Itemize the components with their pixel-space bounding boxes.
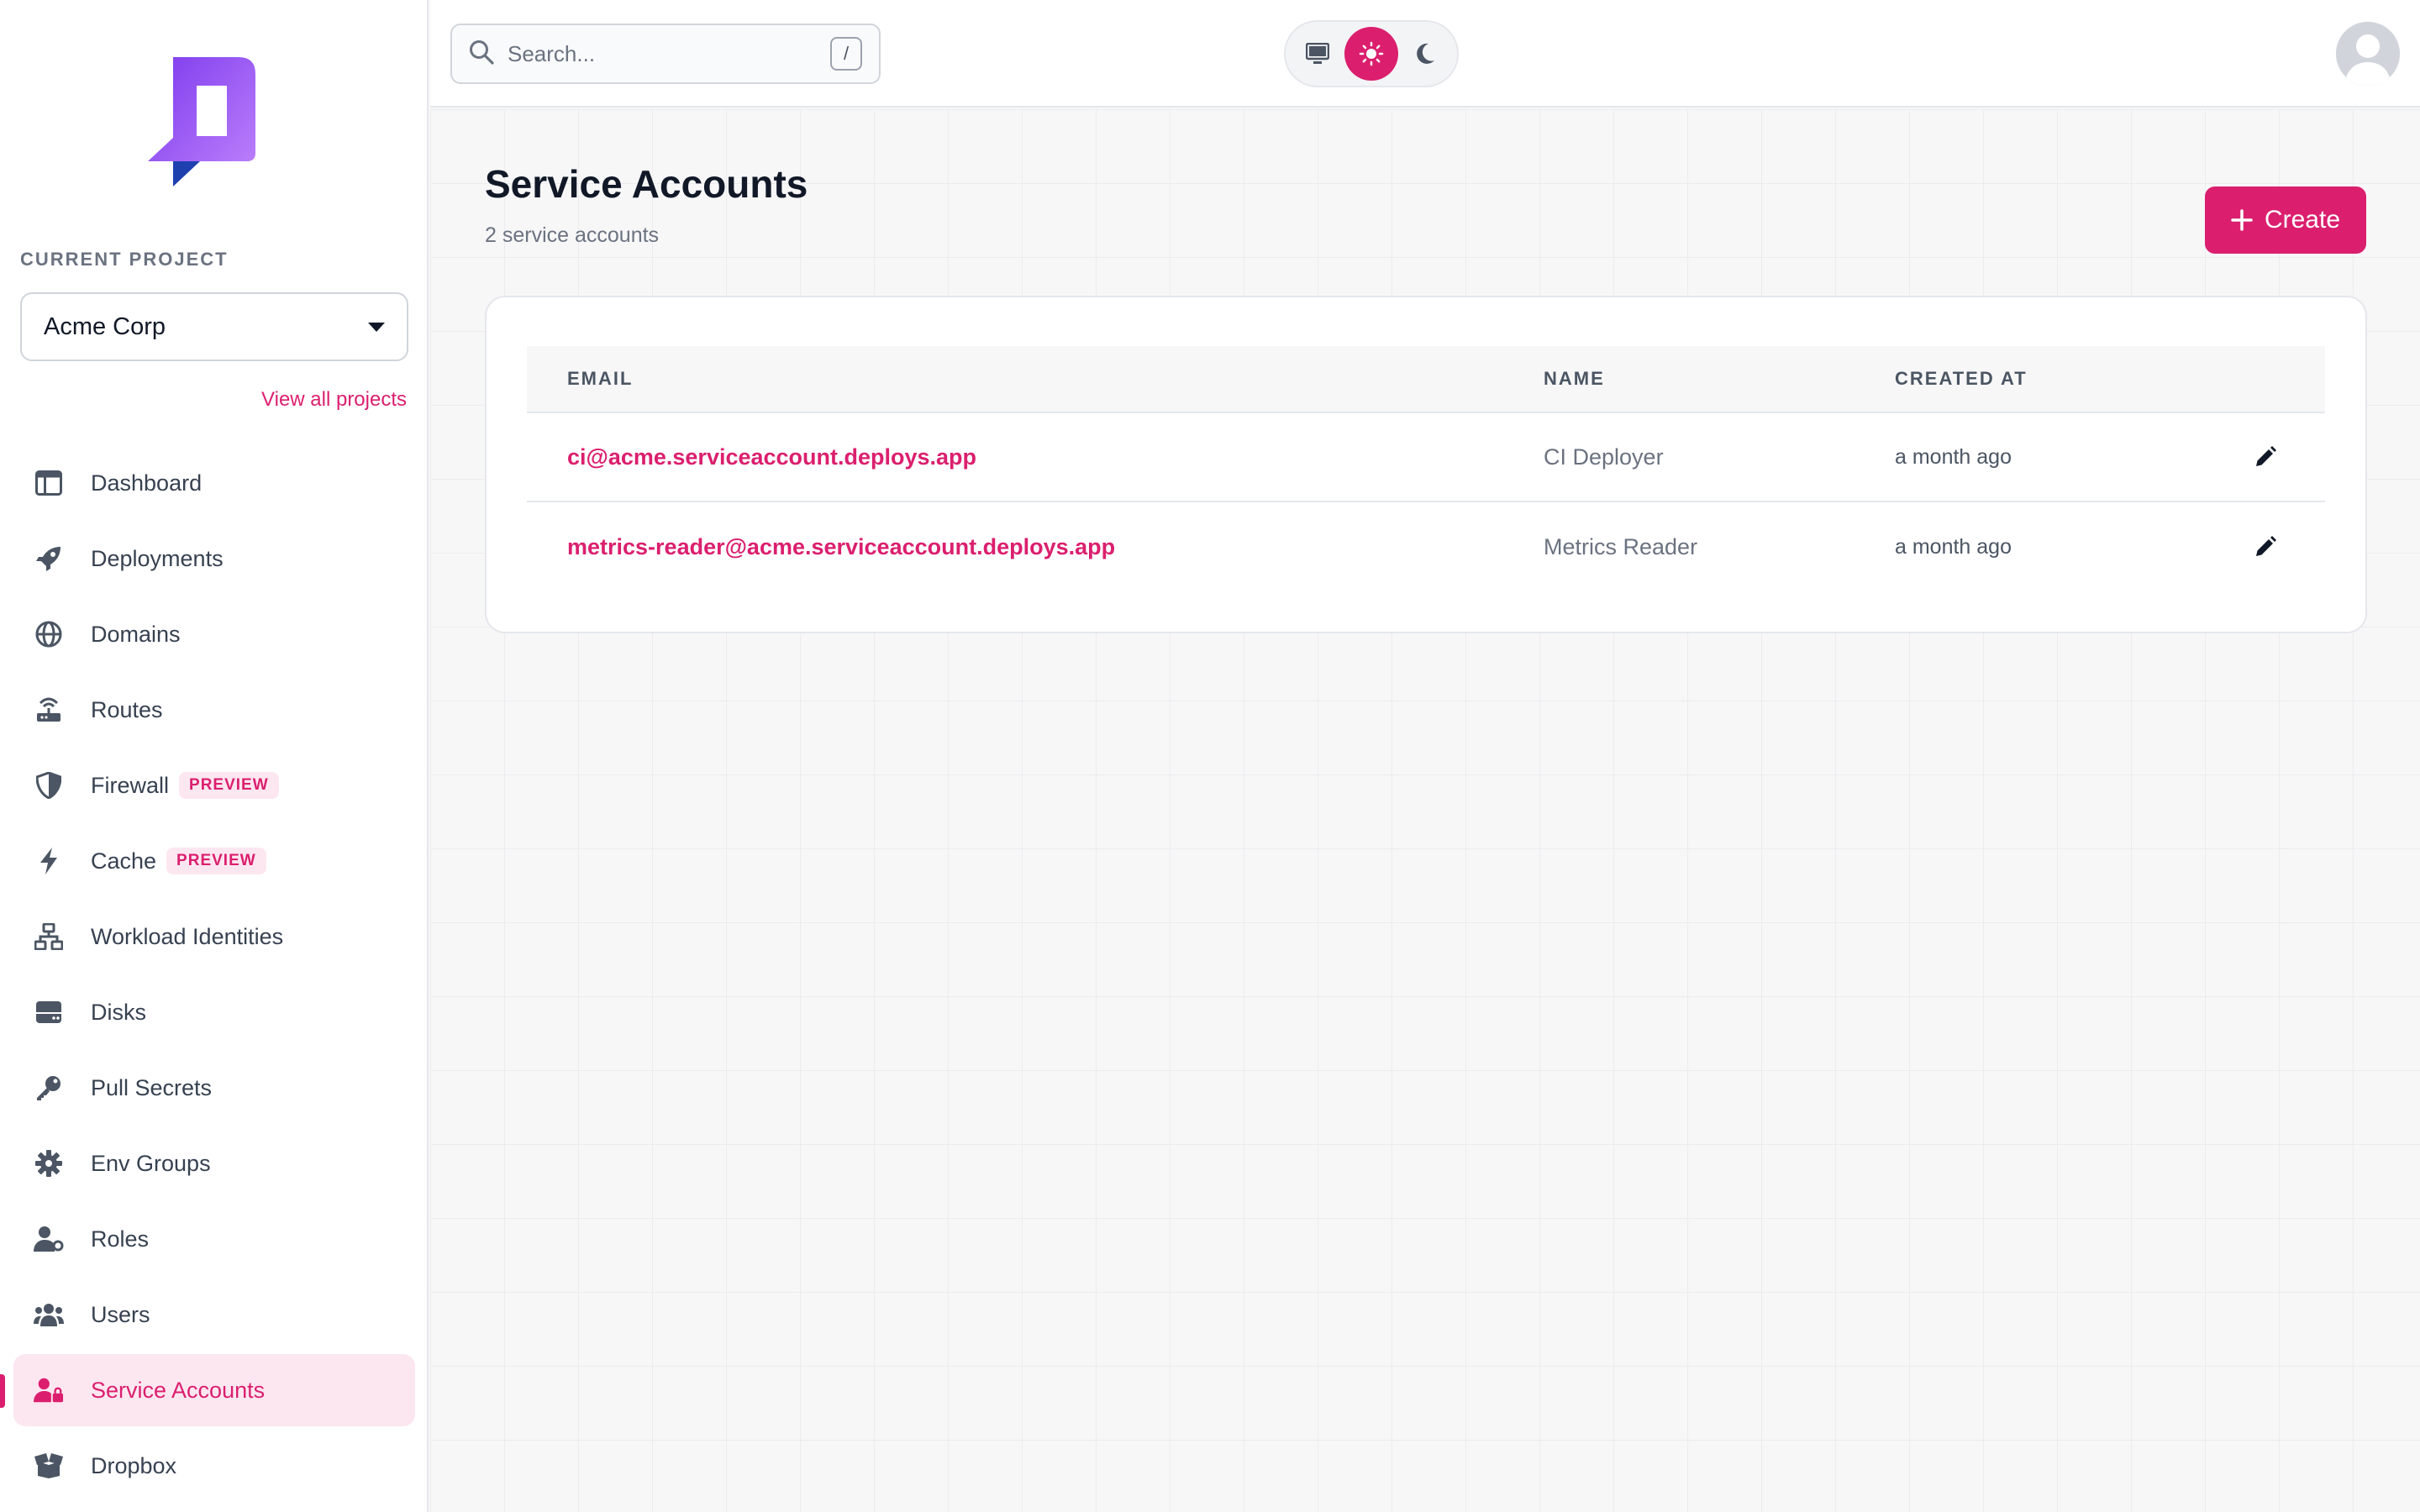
column-header-name[interactable]: NAME	[1544, 368, 1895, 390]
theme-system-button[interactable]	[1291, 27, 1344, 81]
sidebar: CURRENT PROJECT Acme Corp View all proje…	[0, 0, 429, 1512]
brand-logo[interactable]	[148, 54, 259, 190]
sidebar-item-label: Roles	[91, 1226, 150, 1252]
create-button-label: Create	[2264, 206, 2341, 234]
monitor-icon	[1306, 43, 1329, 64]
sidebar-item-deployments[interactable]: Deployments	[13, 522, 415, 595]
theme-switcher	[1284, 20, 1459, 87]
sidebar-item-workload-identities[interactable]: Workload Identities	[13, 900, 415, 973]
disk-icon	[34, 997, 64, 1027]
sidebar-nav: Dashboard Deployments Domains Routes Fir…	[0, 447, 415, 1505]
gear-icon	[34, 1148, 64, 1179]
sidebar-item-label: Dashboard	[91, 470, 203, 496]
column-header-created-at[interactable]: CREATED AT	[1895, 368, 2206, 390]
users-icon	[34, 1299, 64, 1330]
router-icon	[34, 695, 64, 725]
sidebar-item-label: Users	[91, 1301, 150, 1327]
current-project-label: CURRENT PROJECT	[20, 249, 229, 270]
search-input[interactable]	[508, 40, 830, 67]
moon-icon	[1417, 43, 1434, 64]
top-bar: /	[430, 0, 2420, 108]
theme-dark-button[interactable]	[1398, 27, 1452, 81]
preview-badge: PREVIEW	[166, 848, 266, 874]
sidebar-item-label: Routes	[91, 696, 163, 722]
service-account-email-link[interactable]: ci@acme.serviceaccount.deploys.app	[527, 444, 1544, 470]
sidebar-item-cache[interactable]: Cache PREVIEW	[13, 825, 415, 897]
caret-down-icon	[368, 322, 385, 332]
sidebar-item-label: Pull Secrets	[91, 1074, 213, 1100]
globe-icon	[34, 619, 64, 649]
sidebar-item-dashboard[interactable]: Dashboard	[13, 447, 415, 519]
table-row: metrics-reader@acme.serviceaccount.deplo…	[527, 502, 2325, 591]
sidebar-item-pull-secrets[interactable]: Pull Secrets	[13, 1052, 415, 1124]
sidebar-item-firewall[interactable]: Firewall PREVIEW	[13, 749, 415, 822]
search-shortcut-hint: /	[830, 37, 862, 71]
sun-icon	[1359, 41, 1384, 66]
edit-button[interactable]	[2206, 446, 2325, 468]
sidebar-item-users[interactable]: Users	[13, 1278, 415, 1351]
main-content: Service Accounts 2 service accounts Crea…	[430, 109, 2420, 1512]
key-icon	[34, 1073, 64, 1103]
sidebar-item-disks[interactable]: Disks	[13, 976, 415, 1048]
search-icon	[469, 39, 494, 69]
sidebar-item-env-groups[interactable]: Env Groups	[13, 1127, 415, 1200]
project-select-value: Acme Corp	[44, 312, 166, 340]
sidebar-item-label: Service Accounts	[91, 1377, 266, 1403]
service-accounts-card: EMAIL NAME CREATED AT ci@acme.serviceacc…	[485, 296, 2367, 633]
service-account-created-at: a month ago	[1895, 444, 2012, 469]
box-icon	[34, 1451, 64, 1481]
table-row: ci@acme.serviceaccount.deploys.app CI De…	[527, 413, 2325, 502]
sidebar-item-label: Disks	[91, 999, 146, 1025]
sidebar-item-label: Dropbox	[91, 1452, 177, 1478]
view-all-projects-link[interactable]: View all projects	[261, 388, 407, 412]
service-account-created-at: a month ago	[1895, 534, 2012, 559]
sidebar-item-label: Firewall	[91, 772, 170, 798]
plus-icon	[2231, 209, 2253, 231]
service-account-email-link[interactable]: metrics-reader@acme.serviceaccount.deplo…	[527, 534, 1544, 560]
table-header: EMAIL NAME CREATED AT	[527, 346, 2325, 413]
shield-icon	[34, 770, 64, 801]
user-role-icon	[34, 1224, 64, 1254]
sidebar-item-label: Domains	[91, 621, 181, 647]
sidebar-item-dropbox[interactable]: Dropbox	[13, 1430, 415, 1502]
rocket-icon	[34, 543, 64, 574]
pencil-icon	[2256, 446, 2276, 466]
network-icon	[34, 921, 64, 952]
user-lock-icon	[34, 1375, 64, 1405]
sidebar-item-label: Cache	[91, 848, 157, 874]
sidebar-item-roles[interactable]: Roles	[13, 1203, 415, 1275]
sidebar-item-label: Deployments	[91, 545, 224, 571]
page-subtitle: 2 service accounts	[485, 223, 660, 247]
column-header-email[interactable]: EMAIL	[527, 368, 1544, 390]
pencil-icon	[2256, 536, 2276, 556]
service-account-name: CI Deployer	[1544, 444, 1664, 470]
service-account-name: Metrics Reader	[1544, 533, 1698, 559]
page-title: Service Accounts	[485, 162, 808, 206]
preview-badge: PREVIEW	[179, 772, 279, 799]
sidebar-item-domains[interactable]: Domains	[13, 598, 415, 670]
sidebar-item-label: Env Groups	[91, 1150, 211, 1176]
sidebar-item-label: Workload Identities	[91, 923, 284, 949]
dashboard-icon	[34, 468, 64, 498]
create-button[interactable]: Create	[2205, 186, 2366, 254]
sidebar-item-routes[interactable]: Routes	[13, 674, 415, 746]
theme-light-button[interactable]	[1344, 27, 1398, 81]
sidebar-item-service-accounts[interactable]: Service Accounts	[0, 1354, 415, 1426]
search-box[interactable]: /	[450, 24, 881, 84]
bolt-icon	[34, 846, 64, 876]
service-accounts-table: EMAIL NAME CREATED AT ci@acme.serviceacc…	[527, 346, 2325, 591]
project-select[interactable]: Acme Corp	[20, 292, 408, 361]
edit-button[interactable]	[2206, 536, 2325, 558]
user-avatar[interactable]	[2336, 22, 2400, 86]
